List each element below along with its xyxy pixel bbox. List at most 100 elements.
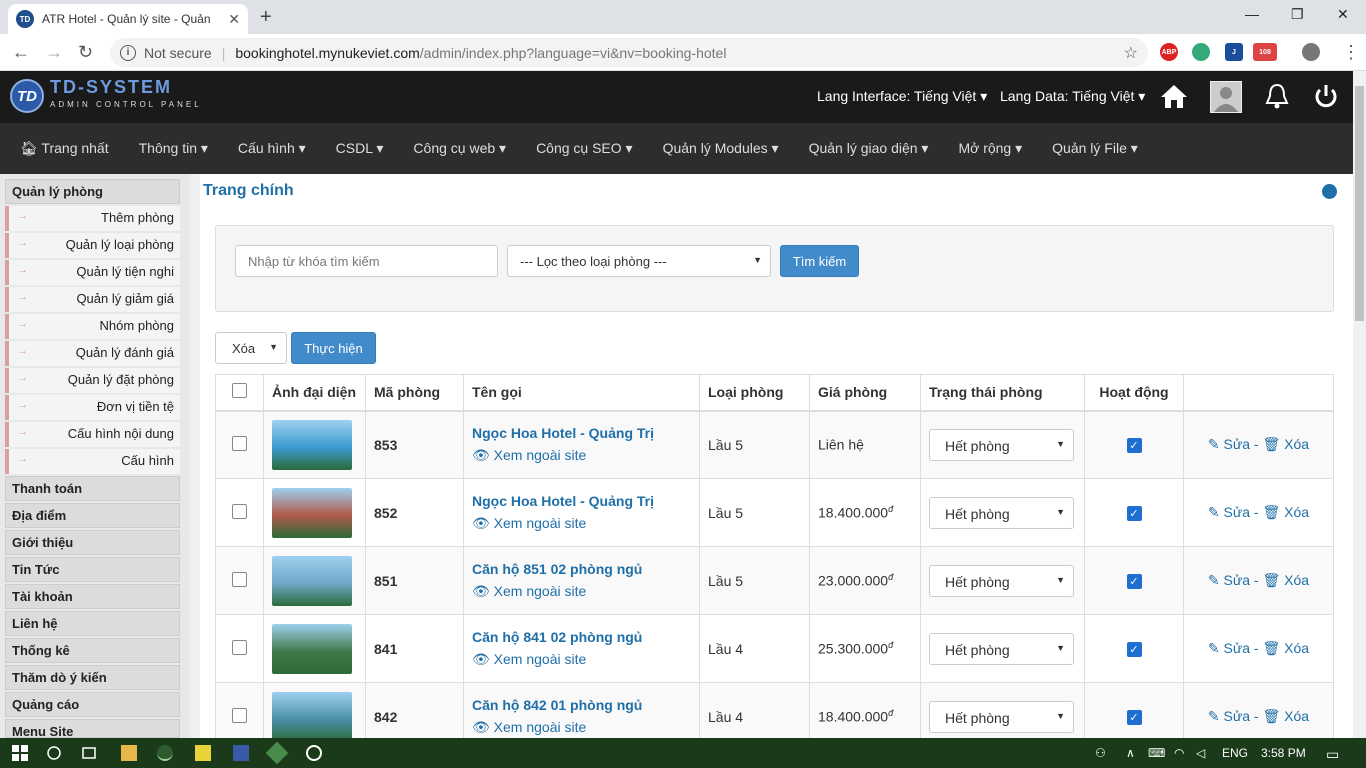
delete-link[interactable]: 🗑︎ Xóa [1262,708,1309,724]
forward-icon[interactable]: → [45,42,63,63]
sidebar-scrollbar[interactable] [190,174,200,738]
room-type-filter-select[interactable]: --- Lọc theo loại phòng --- ▼ [507,245,771,277]
col-header-status[interactable]: Trạng thái phòng [920,374,1085,412]
sidebar-group-menu-site[interactable]: Menu Site [5,719,180,738]
menu-quan-ly-giao-dien[interactable]: Quản lý giao diện ▾ [809,140,929,157]
active-checkbox[interactable]: ✓ [1126,642,1142,657]
room-status-select[interactable]: Hết phòng ▼ [929,564,1074,597]
menu-cong-cu-seo[interactable]: Công cụ SEO ▾ [536,140,633,157]
task-view-icon[interactable] [81,745,97,761]
col-header-name[interactable]: Tên gọi [463,374,700,412]
extension-j-icon[interactable]: J [1225,43,1243,61]
sidebar-group-tham-do[interactable]: Thăm dò ý kiến [5,665,180,690]
window-close-icon[interactable]: ✕ [1337,6,1349,23]
apply-bulk-button[interactable]: Thực hiện [291,332,376,364]
sidebar-group-quan-ly-phong[interactable]: Quản lý phòng [5,179,180,204]
col-header-price[interactable]: Giá phòng [809,374,921,412]
people-icon[interactable]: ⚇ [1095,746,1106,760]
menu-quan-ly-file[interactable]: Quản lý File ▾ [1052,140,1138,157]
reload-icon[interactable]: ↻ [78,42,93,63]
edit-link[interactable]: ✎ Sửa [1208,436,1250,452]
avatar[interactable] [1210,81,1242,113]
room-name-link[interactable]: Ngọc Hoa Hotel - Quảng Trị [472,425,654,441]
row-checkbox[interactable] [232,707,247,723]
col-header-type[interactable]: Loại phòng [699,374,810,412]
menu-csdl[interactable]: CSDL ▾ [336,140,384,157]
delete-link[interactable]: 🗑︎ Xóa [1262,640,1309,656]
site-logo[interactable]: TD TD-SYSTEM ADMIN CONTROL PANEL [10,78,202,114]
chrome-icon[interactable] [157,745,173,761]
sidebar-item-cau-hinh-noi-dung[interactable]: → Cấu hình nội dung [5,422,180,447]
room-name-link[interactable]: Ngọc Hoa Hotel - Quảng Trị [472,493,654,509]
adblock-icon[interactable]: ABP [1160,43,1178,61]
lang-data-dropdown[interactable]: Lang Data: Tiếng Việt ▾ [1000,88,1145,105]
back-icon[interactable]: ← [12,42,30,63]
edit-link[interactable]: ✎ Sửa [1208,708,1250,724]
menu-thong-tin[interactable]: Thông tin ▾ [139,140,208,157]
row-checkbox[interactable] [232,639,247,655]
search-button[interactable]: Tìm kiếm [780,245,859,277]
wifi-icon[interactable]: ◠ [1174,746,1184,760]
maximize-icon[interactable]: ❐ [1291,6,1304,23]
globe-icon[interactable] [1322,184,1337,199]
room-status-select[interactable]: Hết phòng ▼ [929,632,1074,665]
url-bar[interactable]: i Not secure | bookinghotel.mynukeviet.c… [110,38,1148,67]
sidebar-item-giam-gia[interactable]: → Quản lý giảm giá [5,287,180,312]
room-status-select[interactable]: Hết phòng ▼ [929,700,1074,733]
tray-chevron-icon[interactable]: ∧ [1126,746,1135,760]
room-thumbnail[interactable] [272,487,352,538]
language-indicator[interactable]: ENG [1222,746,1248,760]
file-explorer-icon[interactable] [121,745,137,761]
sidebar-item-danh-gia[interactable]: → Quản lý đánh giá [5,341,180,366]
git-icon[interactable] [265,741,289,765]
sidebar-group-tin-tuc[interactable]: Tin Tức [5,557,180,582]
menu-home[interactable]: 🏠︎ Trang nhất [20,140,109,157]
browser-tab[interactable]: TD ATR Hotel - Quản lý site - Quản lý ✕ [8,4,248,34]
row-checkbox[interactable] [232,503,247,519]
bookmark-star-icon[interactable]: ☆ [1124,43,1138,63]
sidebar-group-tai-khoan[interactable]: Tài khoản [5,584,180,609]
sidebar-item-dat-phong[interactable]: → Quản lý đặt phòng [5,368,180,393]
delete-link[interactable]: 🗑︎ Xóa [1262,572,1309,588]
windows-start-icon[interactable] [12,745,28,761]
sidebar-group-quang-cao[interactable]: Quảng cáo [5,692,180,717]
view-on-site-link[interactable]: 👁︎ Xem ngoài site [472,447,691,464]
row-checkbox[interactable] [232,571,247,587]
col-header-active[interactable]: Hoạt động [1084,374,1184,412]
view-on-site-link[interactable]: 👁︎ Xem ngoài site [472,651,691,668]
sticky-notes-icon[interactable] [195,745,211,761]
view-on-site-link[interactable]: 👁︎ Xem ngoài site [472,515,691,532]
gmail-icon[interactable]: 108 [1253,43,1277,61]
sidebar-group-thanh-toan[interactable]: Thanh toán [5,476,180,501]
select-all-checkbox[interactable] [232,383,247,399]
menu-quan-ly-modules[interactable]: Quản lý Modules ▾ [663,140,779,157]
sidebar-item-cau-hinh[interactable]: → Cấu hình [5,449,180,474]
room-thumbnail[interactable] [272,419,352,470]
view-on-site-link[interactable]: 👁︎ Xem ngoài site [472,583,691,600]
sidebar-group-gioi-thieu[interactable]: Giới thiệu [5,530,180,555]
room-name-link[interactable]: Căn hộ 842 01 phòng ngủ [472,697,642,713]
room-thumbnail[interactable] [272,623,352,674]
edit-link[interactable]: ✎ Sửa [1208,572,1250,588]
menu-mo-rong[interactable]: Mở rộng ▾ [958,140,1022,157]
browser-menu-icon[interactable]: ⋮ [1342,42,1360,63]
row-checkbox[interactable] [232,435,247,451]
power-icon[interactable] [1313,83,1339,109]
bulk-action-select[interactable]: Xóa ▼ [215,332,287,364]
delete-link[interactable]: 🗑︎ Xóa [1262,436,1309,452]
notification-icon[interactable]: ▭ [1326,746,1339,763]
bell-icon[interactable] [1264,82,1290,110]
col-header-image[interactable]: Ảnh đại diện [263,374,366,412]
edit-link[interactable]: ✎ Sửa [1208,504,1250,520]
active-checkbox[interactable]: ✓ [1126,574,1142,589]
info-icon[interactable]: i [120,44,136,61]
page-scrollbar-thumb[interactable] [1355,86,1364,321]
keyboard-icon[interactable]: ⌨ [1148,746,1165,760]
room-status-select[interactable]: Hết phòng ▼ [929,496,1074,529]
volume-icon[interactable]: ◁ [1196,746,1205,760]
home-icon[interactable] [1160,83,1188,109]
col-header-code[interactable]: Mã phòng [365,374,464,412]
active-checkbox[interactable]: ✓ [1126,710,1142,725]
close-tab-icon[interactable]: ✕ [228,11,240,28]
room-name-link[interactable]: Căn hộ 841 02 phòng ngủ [472,629,642,645]
